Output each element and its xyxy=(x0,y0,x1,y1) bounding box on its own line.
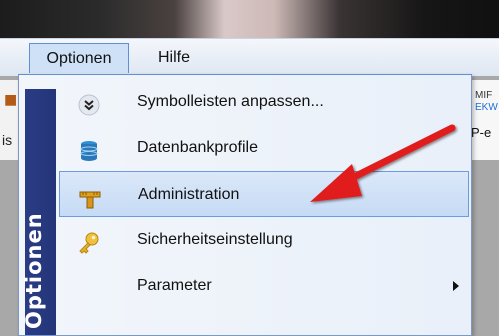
menu-item-parameter[interactable]: Parameter xyxy=(59,263,469,309)
red-annotation-arrow xyxy=(310,124,456,202)
database-icon xyxy=(77,136,101,161)
menu-item-label: Administration xyxy=(138,186,240,203)
background-text-right-1: MIF xyxy=(475,90,493,101)
submenu-arrow-icon xyxy=(453,281,459,291)
menu-bar: Optionen Hilfe xyxy=(0,38,499,77)
menu-side-label: Optionen xyxy=(22,212,46,329)
chevrons-down-icon xyxy=(77,90,101,116)
tool-icon xyxy=(78,183,102,209)
menu-item-label: Sicherheitseinstellung xyxy=(137,231,293,248)
menu-item-sicherheitseinstellung[interactable]: Sicherheitseinstellung xyxy=(59,217,469,263)
menu-side-band: Optionen xyxy=(22,89,56,335)
menu-item-label: Datenbankprofile xyxy=(137,139,258,156)
background-text-left: is xyxy=(2,132,13,148)
toolbar-icon: ■ xyxy=(4,92,18,108)
menu-hilfe[interactable]: Hilfe xyxy=(150,43,198,73)
key-icon xyxy=(77,228,101,254)
menu-optionen[interactable]: Optionen xyxy=(29,43,129,73)
window-title-bar xyxy=(0,0,499,40)
menu-item-label: Parameter xyxy=(137,277,212,294)
